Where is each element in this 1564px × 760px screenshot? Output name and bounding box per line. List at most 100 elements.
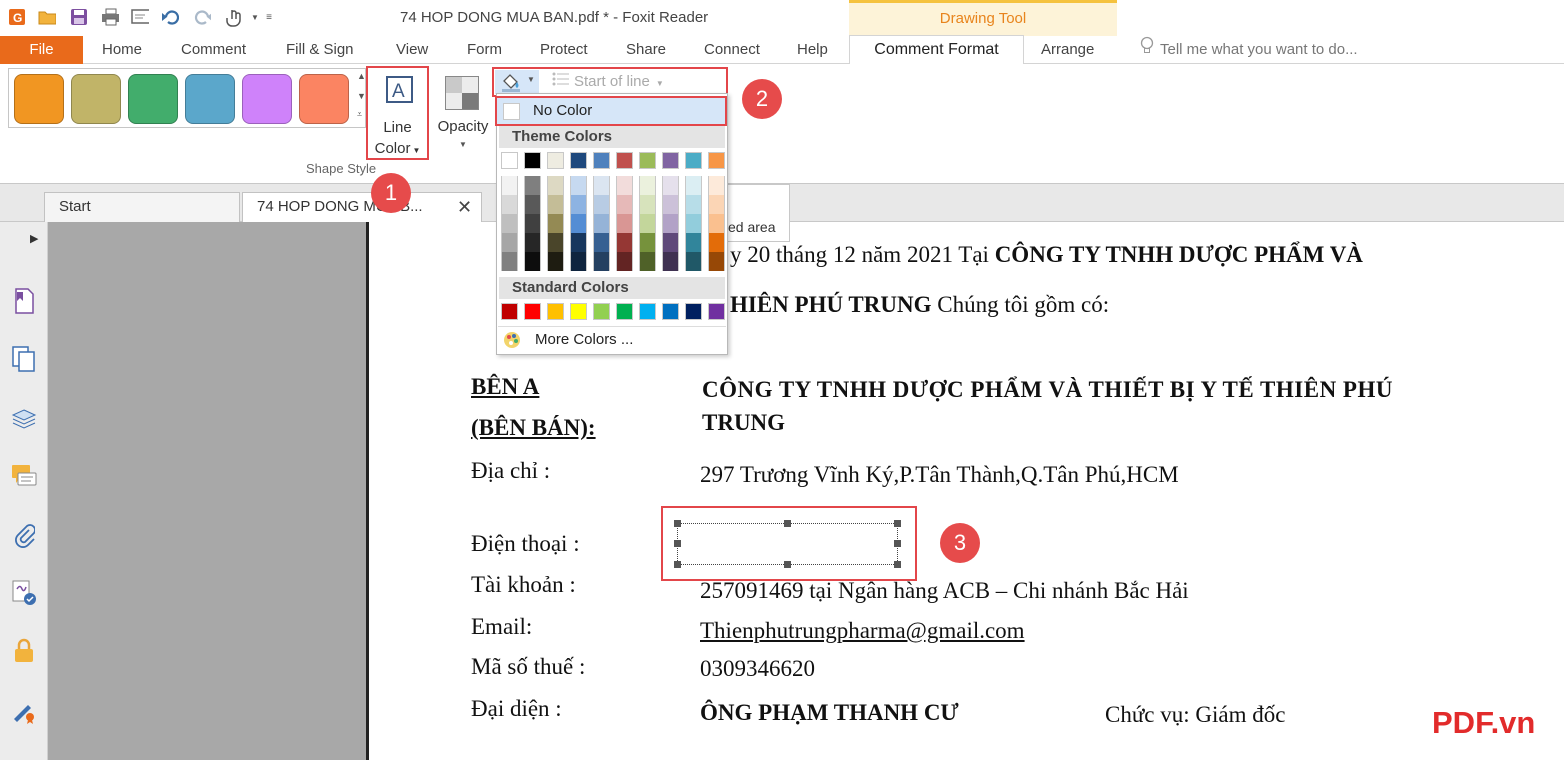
tab-comment-format[interactable]: Comment Format (849, 35, 1024, 65)
hand-tool-icon[interactable] (224, 8, 242, 27)
comments-icon[interactable] (9, 462, 39, 492)
theme-shade-cell[interactable] (501, 195, 518, 214)
theme-shade-cell[interactable] (593, 176, 610, 195)
theme-shade-cell[interactable] (593, 233, 610, 252)
standard-color-cell[interactable] (708, 303, 725, 320)
theme-shade-cell[interactable] (501, 214, 518, 233)
theme-color-cell[interactable] (570, 152, 587, 169)
standard-color-cell[interactable] (685, 303, 702, 320)
standard-color-cell[interactable] (547, 303, 564, 320)
doc-tab-start[interactable]: Start (44, 192, 240, 222)
standard-color-cell[interactable] (570, 303, 587, 320)
theme-shade-cell[interactable] (524, 214, 541, 233)
theme-shade-cell[interactable] (616, 233, 633, 252)
save-icon[interactable] (70, 8, 88, 26)
theme-color-cell[interactable] (616, 152, 633, 169)
theme-shade-cell[interactable] (570, 214, 587, 233)
resize-handle[interactable] (894, 520, 901, 527)
theme-shade-cell[interactable] (708, 214, 725, 233)
theme-shade-cell[interactable] (616, 252, 633, 271)
theme-shade-cell[interactable] (524, 233, 541, 252)
theme-shade-cell[interactable] (570, 233, 587, 252)
standard-color-cell[interactable] (501, 303, 518, 320)
resize-handle[interactable] (784, 561, 791, 568)
theme-shade-cell[interactable] (501, 252, 518, 271)
tab-file[interactable]: File (0, 36, 83, 64)
theme-color-cell[interactable] (524, 152, 541, 169)
theme-shade-cell[interactable] (593, 195, 610, 214)
fill-color-button[interactable]: ▼ (495, 70, 539, 94)
theme-shade-cell[interactable] (570, 195, 587, 214)
tab-home[interactable]: Home (102, 36, 142, 64)
chevron-down-icon[interactable]: ▼ (357, 91, 366, 101)
theme-shade-cell[interactable] (593, 252, 610, 271)
start-of-line-button[interactable]: Start of line ▼ (546, 70, 682, 94)
theme-shade-cell[interactable] (708, 233, 725, 252)
theme-shade-cell[interactable] (685, 233, 702, 252)
tell-me-search[interactable]: Tell me what you want to do... (1140, 36, 1358, 64)
theme-shade-cell[interactable] (501, 233, 518, 252)
signature-panel-icon[interactable] (9, 578, 39, 608)
theme-shade-cell[interactable] (662, 176, 679, 195)
theme-color-cell[interactable] (593, 152, 610, 169)
doc-tab-active[interactable]: 74 HOP DONG MUA B... ✕ (242, 192, 482, 222)
theme-shade-cell[interactable] (524, 195, 541, 214)
theme-shade-cell[interactable] (547, 252, 564, 271)
theme-shade-cell[interactable] (662, 195, 679, 214)
theme-shade-cell[interactable] (662, 214, 679, 233)
more-colors-option[interactable]: More Colors ... (498, 326, 726, 352)
theme-shade-cell[interactable] (547, 195, 564, 214)
tab-form[interactable]: Form (467, 36, 502, 64)
theme-shade-cell[interactable] (570, 176, 587, 195)
tab-view[interactable]: View (396, 36, 428, 64)
redo-icon[interactable] (193, 8, 211, 26)
certificate-icon[interactable] (9, 696, 39, 726)
undo-icon[interactable] (161, 8, 179, 26)
theme-shade-cell[interactable] (708, 176, 725, 195)
style-swatch-orange[interactable] (14, 74, 64, 124)
open-folder-icon[interactable] (38, 8, 56, 26)
standard-color-cell[interactable] (524, 303, 541, 320)
opacity-button[interactable]: Opacity ▼ (434, 72, 492, 158)
pages-icon[interactable] (9, 344, 39, 374)
theme-shade-cell[interactable] (524, 176, 541, 195)
standard-color-cell[interactable] (593, 303, 610, 320)
bookmark-icon[interactable] (9, 286, 39, 316)
line-color-button[interactable]: A Line Color ▼ (366, 66, 429, 160)
rectangle-annotation[interactable] (677, 523, 898, 565)
style-swatch-green[interactable] (128, 74, 178, 124)
theme-color-cell[interactable] (708, 152, 725, 169)
theme-color-cell[interactable] (662, 152, 679, 169)
lock-icon[interactable] (9, 636, 39, 666)
resize-handle[interactable] (674, 561, 681, 568)
style-swatch-olive[interactable] (71, 74, 121, 124)
style-swatch-coral[interactable] (299, 74, 349, 124)
tab-share[interactable]: Share (626, 36, 666, 64)
theme-color-cell[interactable] (547, 152, 564, 169)
theme-shade-cell[interactable] (708, 252, 725, 271)
style-swatch-purple[interactable] (242, 74, 292, 124)
theme-color-cell[interactable] (501, 152, 518, 169)
theme-shade-cell[interactable] (547, 233, 564, 252)
resize-handle[interactable] (784, 520, 791, 527)
theme-shade-cell[interactable] (570, 252, 587, 271)
theme-shade-cell[interactable] (616, 214, 633, 233)
resize-handle[interactable] (674, 540, 681, 547)
tab-arrange[interactable]: Arrange (1041, 36, 1094, 64)
print-icon[interactable] (101, 8, 119, 26)
theme-color-cell[interactable] (639, 152, 656, 169)
screen-icon[interactable] (131, 8, 149, 26)
chevron-up-icon[interactable]: ▲ (357, 71, 366, 81)
tab-protect[interactable]: Protect (540, 36, 588, 64)
standard-color-cell[interactable] (616, 303, 633, 320)
tab-fill-sign[interactable]: Fill & Sign (286, 36, 354, 64)
resize-handle[interactable] (674, 520, 681, 527)
resize-handle[interactable] (894, 540, 901, 547)
attachment-icon[interactable] (9, 520, 39, 550)
theme-shade-cell[interactable] (593, 214, 610, 233)
theme-shade-cell[interactable] (639, 252, 656, 271)
tab-comment[interactable]: Comment (181, 36, 246, 64)
expand-panel-icon[interactable]: ▶ (30, 232, 38, 245)
theme-shade-cell[interactable] (685, 252, 702, 271)
theme-shade-cell[interactable] (708, 195, 725, 214)
